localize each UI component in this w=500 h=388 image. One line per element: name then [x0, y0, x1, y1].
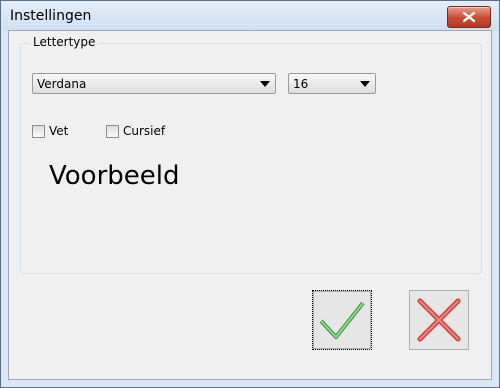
bold-checkbox[interactable]	[32, 124, 45, 138]
font-family-select[interactable]: Verdana	[32, 73, 276, 94]
font-preview-text: Voorbeeld	[49, 161, 180, 191]
font-group-label: Lettertype	[29, 35, 100, 49]
font-groupbox: Lettertype Verdana 16 Vet Cursief Voorbe…	[20, 35, 482, 274]
checkmark-icon	[319, 301, 365, 339]
bold-option[interactable]: Vet	[32, 123, 68, 139]
close-icon	[462, 11, 476, 23]
bold-label: Vet	[49, 124, 69, 138]
italic-checkbox[interactable]	[106, 124, 119, 138]
italic-label: Cursief	[123, 124, 166, 138]
x-icon	[417, 298, 461, 342]
font-family-value: Verdana	[37, 77, 87, 91]
cancel-button[interactable]	[409, 290, 469, 350]
title-bar[interactable]: Instellingen	[1, 1, 499, 31]
font-size-select[interactable]: 16	[288, 73, 376, 94]
chevron-down-icon	[260, 81, 270, 87]
chevron-down-icon	[360, 81, 370, 87]
italic-option[interactable]: Cursief	[106, 123, 165, 139]
font-size-value: 16	[293, 77, 309, 91]
window-title: Instellingen	[10, 8, 92, 24]
close-button[interactable]	[447, 6, 491, 28]
ok-button[interactable]	[312, 290, 372, 350]
